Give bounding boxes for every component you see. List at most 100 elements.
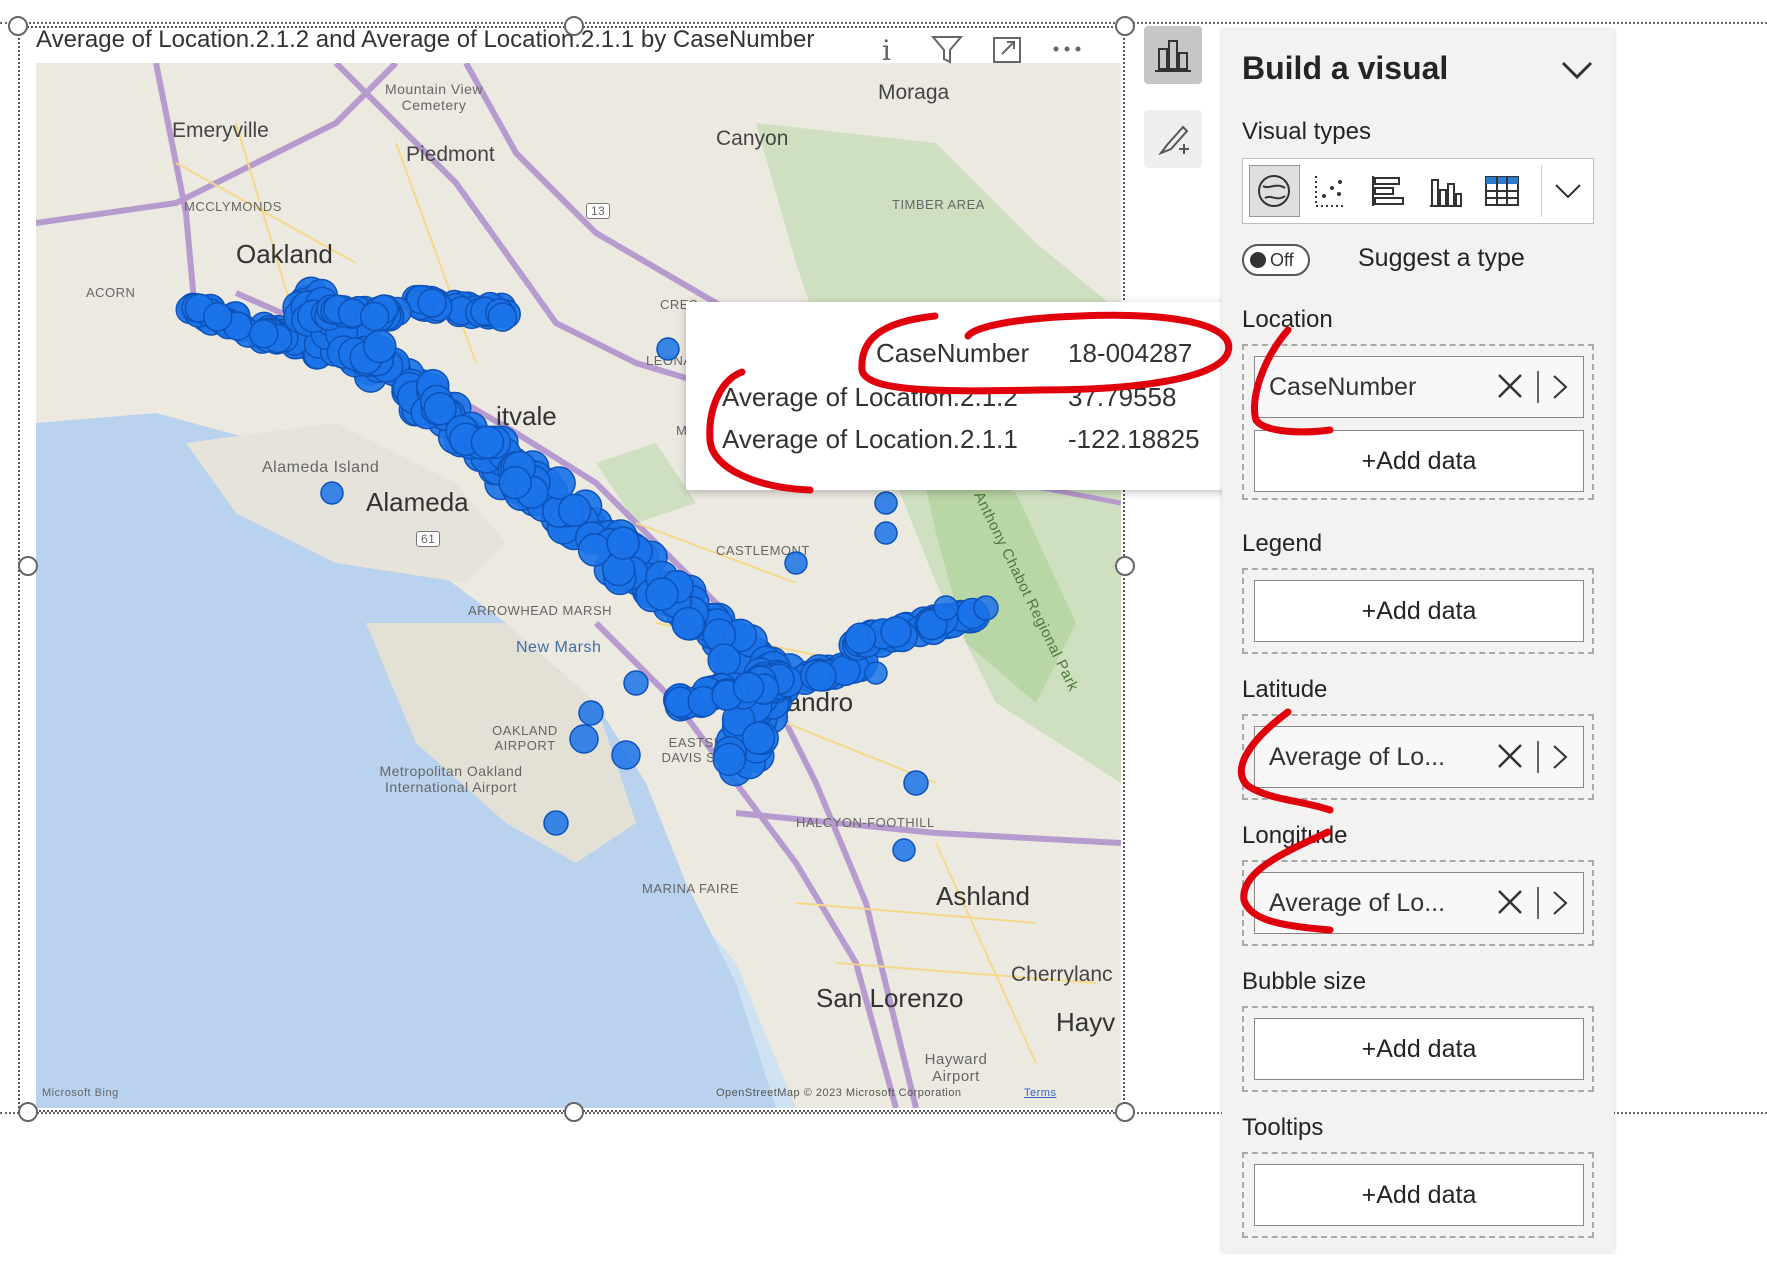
map-data-point[interactable] (611, 740, 641, 770)
legend-well-label: Legend (1242, 530, 1323, 557)
visual-types-label: Visual types (1242, 118, 1371, 145)
remove-field-icon[interactable] (1495, 741, 1525, 771)
map-data-point[interactable] (487, 302, 518, 332)
map-data-point[interactable] (844, 622, 877, 654)
svg-text:i: i (882, 34, 891, 66)
map-data-point[interactable] (569, 724, 599, 754)
bubble-size-well: +Add data (1242, 1006, 1594, 1092)
longitude-field-pill[interactable]: Average of Lo... (1254, 872, 1584, 934)
more-options-icon[interactable] (1050, 32, 1084, 66)
latitude-field-pill[interactable]: Average of Lo... (1254, 726, 1584, 788)
map-visual-type-icon[interactable] (1249, 165, 1300, 217)
location-field-name: CaseNumber (1269, 373, 1417, 401)
location-well: CaseNumber +Add data (1242, 344, 1594, 500)
format-brush-icon (1158, 125, 1189, 156)
resize-handle-bottom-left[interactable] (18, 1102, 38, 1122)
map-data-point[interactable] (363, 329, 397, 364)
build-visual-pane-button[interactable] (1144, 26, 1202, 84)
scatter-chart-icon[interactable] (1306, 165, 1357, 217)
resize-handle-top-left[interactable] (8, 16, 28, 36)
map-data-point[interactable] (656, 337, 680, 361)
map-area[interactable]: Emeryville Mountain View Cemetery Piedmo… (36, 63, 1121, 1108)
map-data-point[interactable] (805, 660, 837, 692)
map-data-point[interactable] (903, 770, 929, 796)
map-data-point[interactable] (874, 491, 898, 515)
map-data-point[interactable] (892, 838, 916, 862)
latitude-well-label: Latitude (1242, 676, 1328, 703)
map-data-point[interactable] (784, 551, 808, 575)
map-data-point[interactable] (320, 481, 344, 505)
visual-title: Average of Location.2.1.2 and Average of… (36, 26, 815, 53)
bubble-size-add-data-button[interactable]: +Add data (1254, 1018, 1584, 1080)
resize-handle-top-right[interactable] (1115, 16, 1135, 36)
map-data-point[interactable] (248, 318, 279, 349)
map-data-point[interactable] (645, 577, 679, 611)
map-data-point[interactable] (577, 533, 612, 567)
collapse-chevron-icon[interactable] (1560, 58, 1594, 82)
map-data-point[interactable] (707, 643, 741, 677)
remove-field-icon[interactable] (1495, 371, 1525, 401)
chevron-right-icon[interactable] (1549, 741, 1571, 773)
map-data-point[interactable] (423, 392, 457, 426)
map-data-point[interactable] (470, 425, 505, 459)
data-point-tooltip: CaseNumber 18-004287 Average of Location… (686, 302, 1246, 490)
suggest-type-toggle[interactable]: Off (1242, 244, 1310, 276)
map-data-point[interactable] (578, 700, 604, 726)
resize-handle-bottom[interactable] (564, 1102, 584, 1122)
map-data-point[interactable] (606, 526, 640, 560)
map-data-point[interactable] (623, 670, 649, 696)
tooltip-value-casenumber: 18-004287 (1068, 338, 1193, 368)
map-points-layer[interactable] (36, 63, 1121, 1108)
info-icon[interactable]: i (870, 32, 904, 67)
location-add-data-button[interactable]: +Add data (1254, 430, 1584, 492)
map-data-point[interactable] (498, 465, 532, 500)
tooltip-label-casenumber: CaseNumber (876, 338, 1030, 368)
remove-field-icon[interactable] (1495, 887, 1525, 917)
map-data-point[interactable] (202, 302, 233, 332)
tooltip-value-longitude: -122.18825 (1068, 424, 1200, 454)
stacked-bar-chart-icon[interactable] (1363, 165, 1414, 217)
resize-handle-left[interactable] (18, 556, 38, 576)
longitude-field-name: Average of Lo... (1269, 889, 1446, 917)
more-visuals-chevron-icon[interactable] (1541, 165, 1593, 217)
resize-handle-top[interactable] (564, 16, 584, 36)
map-data-point[interactable] (557, 493, 592, 528)
map-data-point[interactable] (732, 671, 765, 704)
format-visual-pane-button[interactable] (1144, 110, 1202, 168)
map-data-point[interactable] (543, 810, 569, 836)
visual-types-gallery (1242, 158, 1594, 224)
location-field-pill[interactable]: CaseNumber (1254, 356, 1584, 418)
map-data-point[interactable] (933, 595, 959, 621)
map-data-point[interactable] (417, 288, 447, 318)
map-data-point[interactable] (864, 661, 888, 685)
map-data-point[interactable] (741, 721, 776, 755)
map-data-point[interactable] (880, 616, 912, 648)
map-data-point[interactable] (671, 606, 705, 641)
bubble-size-well-label: Bubble size (1242, 968, 1367, 995)
resize-handle-right[interactable] (1115, 556, 1135, 576)
tooltips-well-label: Tooltips (1242, 1114, 1324, 1141)
build-visual-panel: Build a visual Visual types Off Suggest … (1222, 30, 1614, 1252)
clustered-column-chart-icon[interactable] (1420, 165, 1471, 217)
map-data-point[interactable] (973, 595, 999, 621)
map-data-point[interactable] (874, 521, 898, 545)
suggest-type-label: Suggest a type (1358, 244, 1525, 272)
map-data-point[interactable] (359, 301, 390, 332)
filter-icon[interactable] (930, 32, 964, 66)
longitude-well: Average of Lo... (1242, 860, 1594, 946)
chevron-right-icon[interactable] (1549, 371, 1571, 403)
location-well-label: Location (1242, 306, 1333, 333)
visual-header-icons: i (870, 32, 1084, 67)
chevron-right-icon[interactable] (1549, 887, 1571, 919)
tooltip-value-latitude: 37.79558 (1068, 382, 1177, 412)
legend-add-data-button[interactable]: +Add data (1254, 580, 1584, 642)
focus-mode-icon[interactable] (990, 32, 1024, 66)
map-data-point[interactable] (712, 742, 747, 777)
toggle-knob (1250, 252, 1266, 268)
table-visual-icon[interactable] (1476, 165, 1527, 217)
tooltip-label-latitude: Average of Location.2.1.2 (722, 382, 1018, 412)
pill-divider (1537, 741, 1539, 773)
resize-handle-bottom-right[interactable] (1115, 1102, 1135, 1122)
tooltips-add-data-button[interactable]: +Add data (1254, 1164, 1584, 1226)
latitude-field-name: Average of Lo... (1269, 743, 1446, 771)
